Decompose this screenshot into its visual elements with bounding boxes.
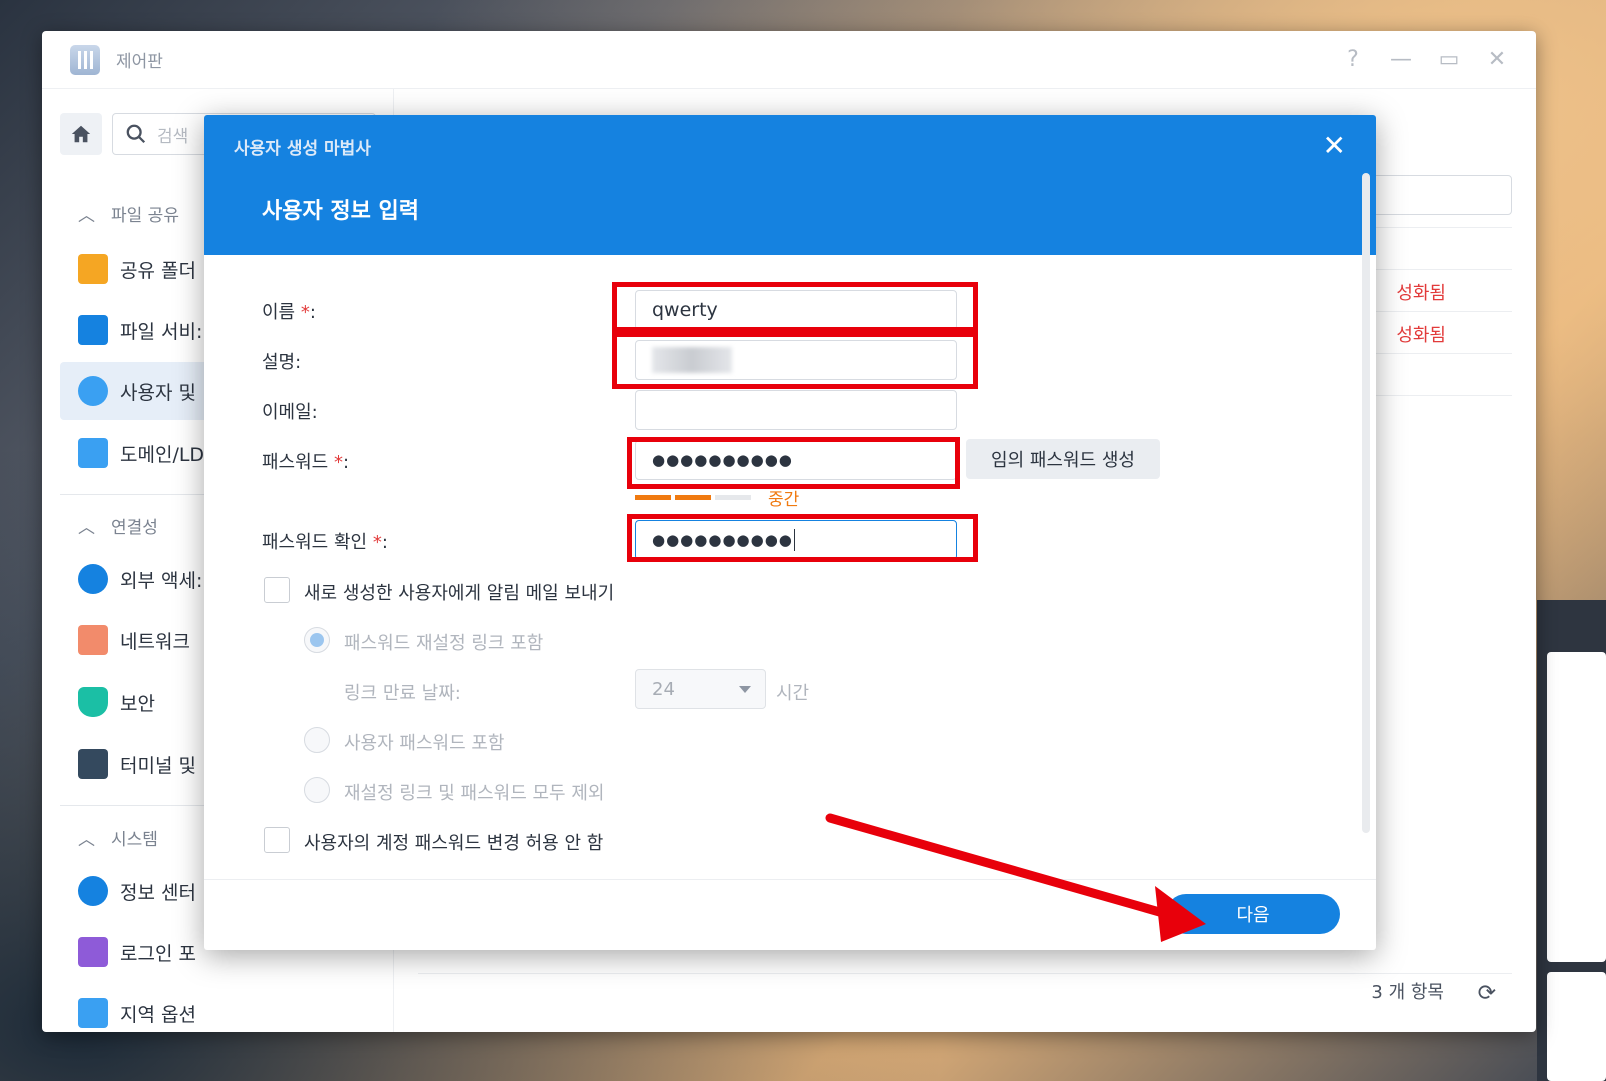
annotation-arrow bbox=[825, 813, 1206, 942]
